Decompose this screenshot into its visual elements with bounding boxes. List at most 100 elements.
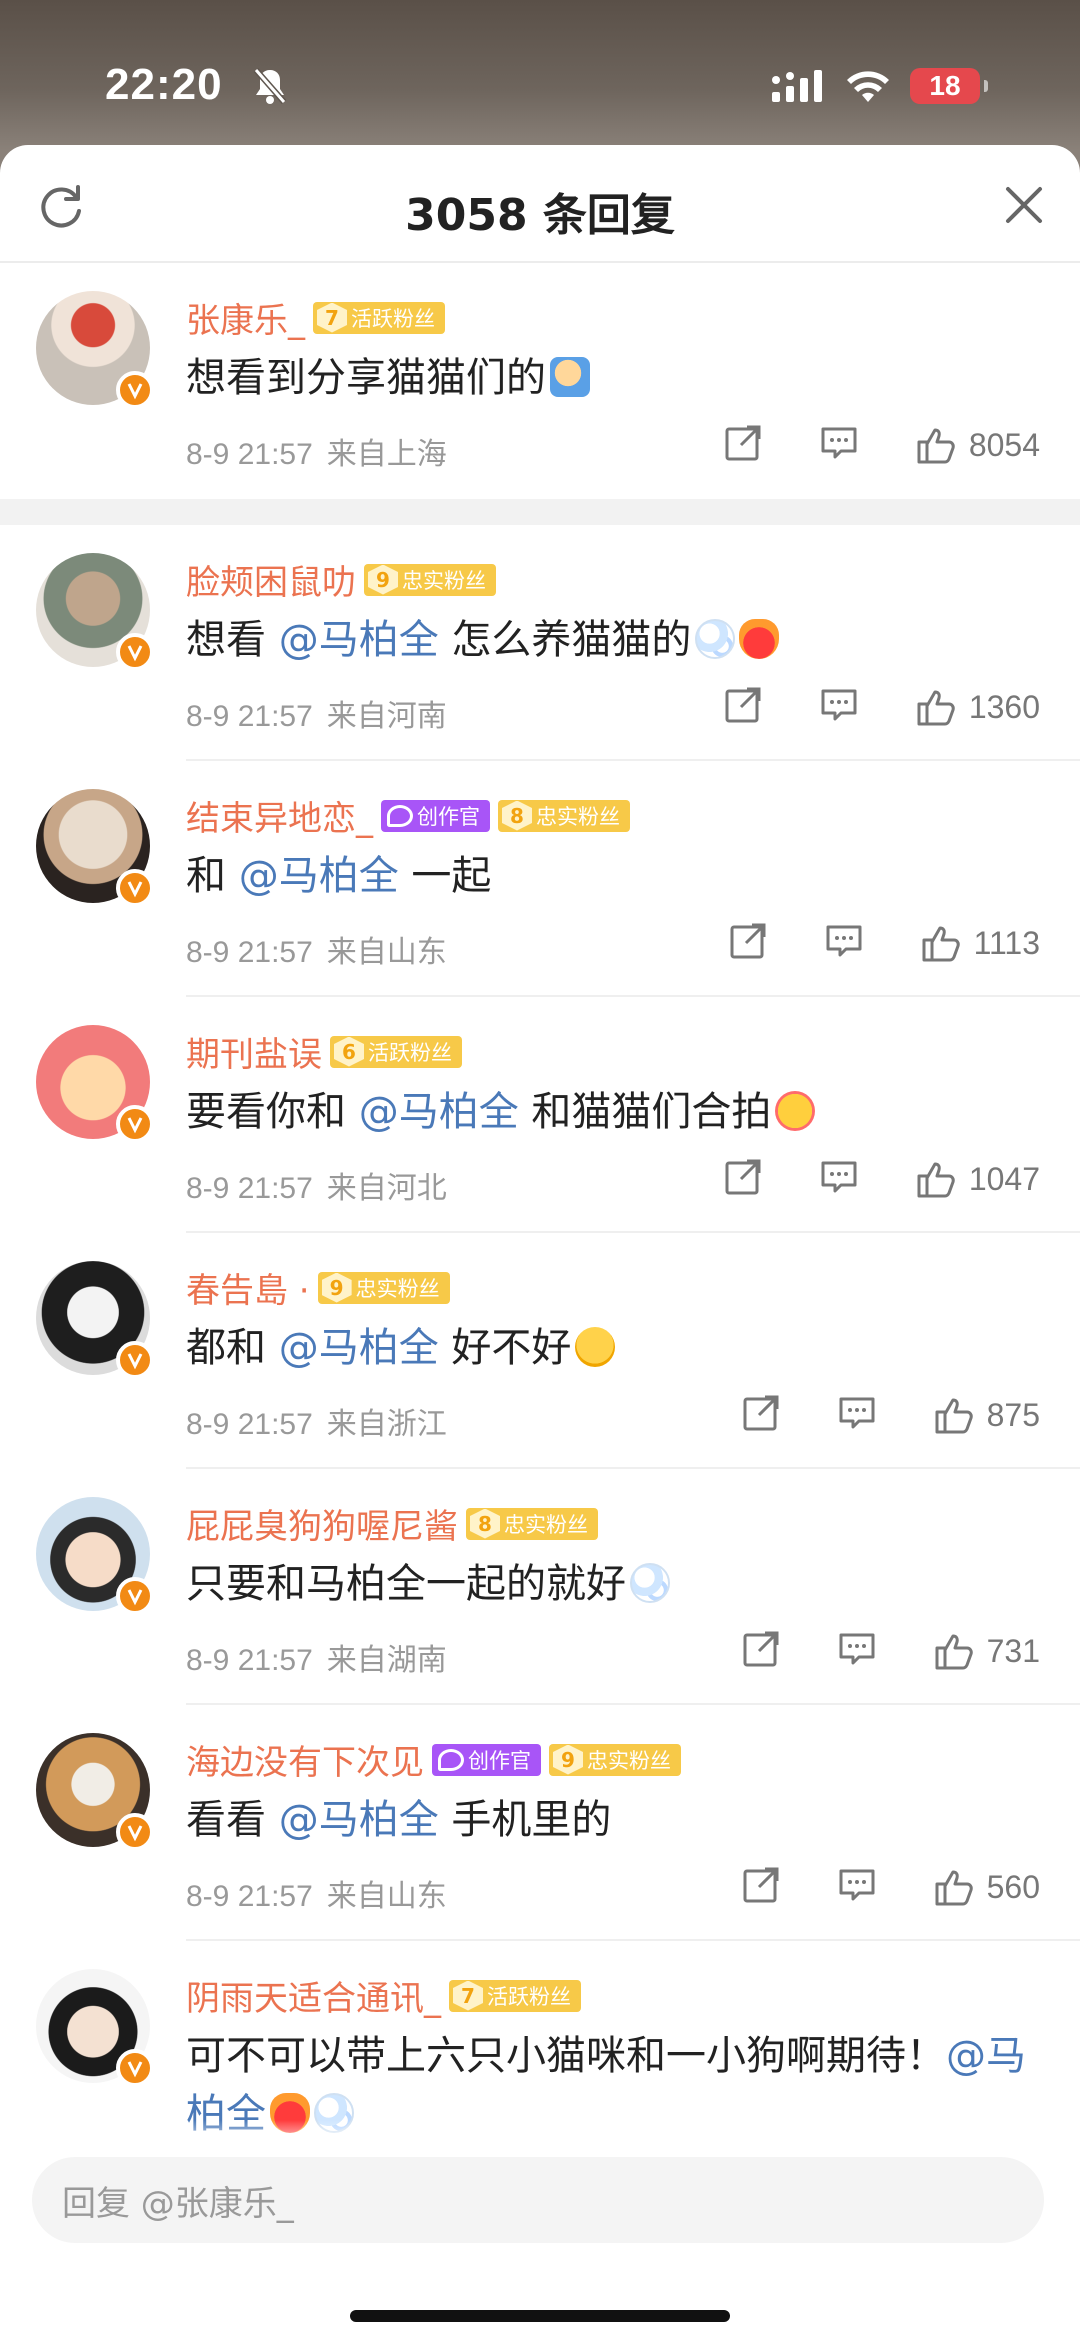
smiling-hearts-emoji-icon [775, 1091, 816, 1131]
share-icon[interactable] [728, 921, 768, 965]
comment-meta: 8-9 21:57 来自山东 [186, 935, 447, 970]
comment-text: 都和 @马柏全 好不好 [186, 1319, 1046, 1377]
share-icon[interactable] [741, 1865, 781, 1909]
heart-on-fire-emoji-icon [739, 619, 780, 659]
comment-actions: 1047 [723, 1157, 1040, 1201]
mention-link[interactable]: @马柏全 [279, 617, 439, 663]
list-item: 期刊盐误 6 活跃粉丝 要看你和 @马柏全 和猫猫们合拍 8-9 21:57 来自河… [0, 997, 1080, 1233]
username[interactable]: 脸颊困鼠叻 [186, 555, 356, 604]
sheet-header: 3058 条回复 [0, 145, 1080, 263]
mention-link[interactable]: @马柏全 [279, 1797, 439, 1843]
username[interactable]: 春告島 · [186, 1263, 310, 1312]
username[interactable]: 结束异地恋_ [186, 791, 373, 840]
fan-badge: 9 忠实粉丝 [317, 1271, 450, 1304]
comment-text: 想看到分享猫猫们的 [186, 349, 1046, 407]
like-button[interactable]: 560 [933, 1866, 1040, 1908]
verified-icon [116, 1341, 154, 1379]
battery-indicator: 18 [910, 68, 988, 104]
username[interactable]: 期刊盐误 [186, 1027, 322, 1076]
comment-icon[interactable] [819, 685, 859, 729]
comment-meta: 8-9 21:57 来自上海 [186, 437, 447, 472]
comment-meta: 8-9 21:57 来自山东 [186, 1879, 447, 1914]
avatar[interactable] [36, 291, 154, 409]
username[interactable]: 屁屁臭狗狗喔尼酱 [186, 1499, 458, 1548]
avatar[interactable] [36, 1025, 154, 1143]
username[interactable]: 阴雨天适合通讯_ [186, 1971, 441, 2020]
comment-meta: 8-9 21:57 来自河南 [186, 699, 447, 734]
fan-badge: 7 活跃粉丝 [449, 1979, 581, 2012]
list-item: 脸颊困鼠叻 9 忠实粉丝 想看 @马柏全 怎么养猫猫的 8-9 21:57 来自河南… [0, 525, 1080, 761]
avatar[interactable] [36, 553, 154, 671]
avatar[interactable] [36, 789, 154, 907]
share-icon[interactable] [723, 685, 763, 729]
fan-badge: 9 忠实粉丝 [549, 1743, 681, 1776]
list-item: 海边没有下次见 创作官 9 忠实粉丝 看看 @马柏全 手机里的 8-9 21:57… [0, 1705, 1080, 1941]
username[interactable]: 海边没有下次见 [186, 1735, 424, 1784]
avatar[interactable] [36, 1261, 154, 1379]
fan-badge: 8 忠实粉丝 [466, 1507, 598, 1540]
list-item: 结束异地恋_ 创作官 8 忠实粉丝 和 @马柏全 一起 8-9 21:57 来自山东… [0, 761, 1080, 997]
bell-muted-icon [252, 66, 288, 110]
wifi-icon [846, 68, 890, 108]
fan-badge: 9 忠实粉丝 [364, 563, 496, 596]
verified-icon [116, 371, 154, 409]
cellular-signal-icon [772, 70, 824, 108]
reply-placeholder: 回复 @张康乐_ [62, 2183, 294, 2224]
like-button[interactable]: 875 [933, 1394, 1040, 1436]
comment-text: 想看 @马柏全 怎么养猫猫的 [186, 611, 1046, 669]
like-button[interactable]: 1047 [915, 1158, 1040, 1200]
avatar[interactable] [36, 1969, 154, 2087]
comment-icon[interactable] [819, 1157, 859, 1201]
section-divider [0, 499, 1080, 525]
verified-icon [116, 633, 154, 671]
list-item: 春告島 · 9 忠实粉丝 都和 @马柏全 好不好 8-9 21:57 来自浙江 87… [0, 1233, 1080, 1469]
comment-text: 看看 @马柏全 手机里的 [186, 1797, 612, 1843]
creator-badge: 创作官 [381, 799, 490, 832]
bubbles-emoji-icon [695, 619, 736, 659]
like-button[interactable]: 1360 [915, 686, 1040, 728]
username[interactable]: 张康乐_ [186, 293, 305, 342]
share-icon[interactable] [741, 1393, 781, 1437]
avatar[interactable] [36, 1497, 154, 1615]
comment-actions: 560 [741, 1865, 1040, 1909]
list-item: 屁屁臭狗狗喔尼酱 8 忠实粉丝 只要和马柏全一起的就好 8-9 21:57 来自湖南… [0, 1469, 1080, 1705]
fan-badge: 8 忠实粉丝 [498, 799, 630, 832]
comment-icon[interactable] [819, 423, 859, 467]
comment-meta: 8-9 21:57 来自湖南 [186, 1643, 447, 1678]
page-title: 3058 条回复 [405, 190, 675, 241]
like-button[interactable]: 1113 [920, 922, 1040, 964]
share-icon[interactable] [723, 1157, 763, 1201]
comment-icon[interactable] [837, 1393, 877, 1437]
home-indicator[interactable] [350, 2310, 730, 2322]
close-icon[interactable] [1002, 183, 1046, 231]
avatar[interactable] [36, 1733, 154, 1851]
verified-icon [116, 2049, 154, 2087]
comment-actions: 875 [741, 1393, 1040, 1437]
verified-icon [116, 1105, 154, 1143]
fan-badge: 7 活跃粉丝 [313, 301, 445, 334]
like-button[interactable]: 8054 [915, 424, 1040, 466]
comment-text: 和 @马柏全 一起 [186, 853, 492, 899]
share-icon[interactable] [741, 1629, 781, 1673]
fan-badge: 6 活跃粉丝 [330, 1035, 462, 1068]
comment-actions: 731 [741, 1629, 1040, 1673]
comment-icon[interactable] [837, 1865, 877, 1909]
verified-icon [116, 869, 154, 907]
like-button[interactable]: 731 [933, 1630, 1040, 1672]
mention-link[interactable]: @马柏全 [359, 1089, 519, 1135]
mention-link[interactable]: @马柏全 [239, 853, 399, 899]
comment-meta: 8-9 21:57 来自浙江 [186, 1407, 447, 1442]
reply-input[interactable]: 回复 @张康乐_ [32, 2157, 1044, 2243]
verified-icon [116, 1813, 154, 1851]
mention-link[interactable]: @马柏全 [279, 1325, 439, 1371]
blowing-kiss-emoji-icon [575, 1327, 616, 1367]
share-icon[interactable] [723, 423, 763, 467]
comment-icon[interactable] [824, 921, 864, 965]
comment-icon[interactable] [837, 1629, 877, 1673]
verified-icon [116, 1577, 154, 1615]
comment-meta: 8-9 21:57 来自河北 [186, 1171, 447, 1206]
replies-sheet: 3058 条回复 张康乐_ 7 活跃粉丝 想看到分享猫猫们的 8-9 21:57 来… [0, 145, 1080, 2348]
creator-badge: 创作官 [432, 1743, 541, 1776]
comment-text: 只要和马柏全一起的就好 [186, 1555, 1046, 1613]
person-raising-hand-emoji-icon [550, 357, 590, 397]
